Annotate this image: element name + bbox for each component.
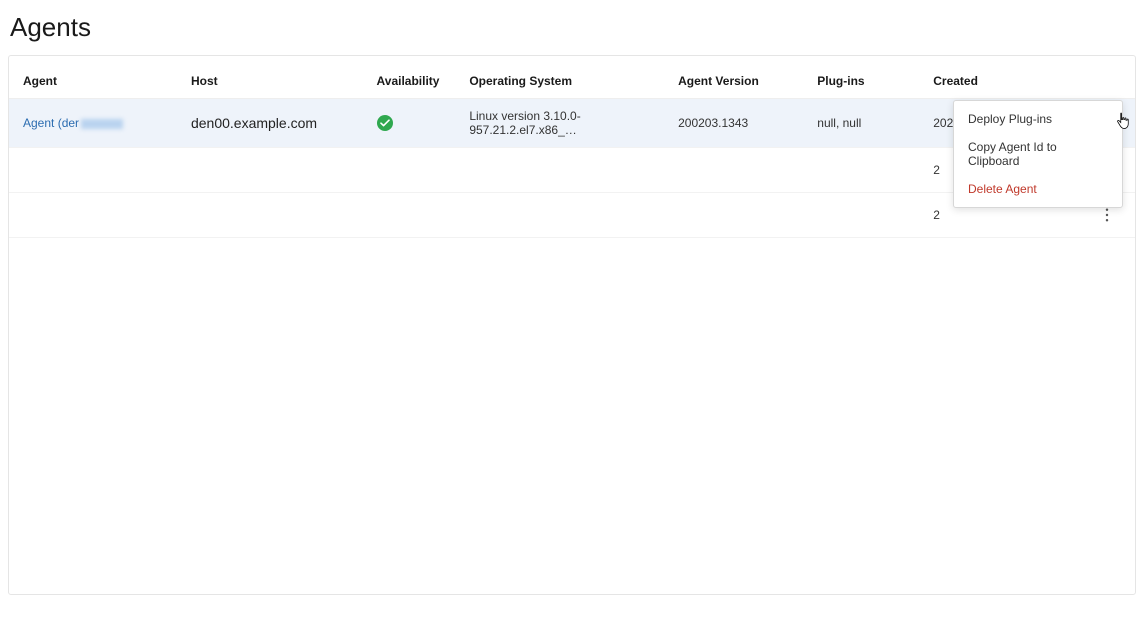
column-header-os[interactable]: Operating System: [461, 56, 670, 99]
menu-item-delete-agent[interactable]: Delete Agent: [954, 175, 1122, 203]
host-cell: den00.example.com: [191, 115, 317, 131]
column-header-availability[interactable]: Availability: [369, 56, 462, 99]
column-header-version[interactable]: Agent Version: [670, 56, 809, 99]
agent-link[interactable]: Agent (der: [23, 116, 123, 130]
version-cell: 200203.1343: [670, 99, 809, 148]
column-header-agent[interactable]: Agent: [9, 56, 183, 99]
agents-panel: Agent Host Availability Operating System…: [8, 55, 1136, 595]
column-header-host[interactable]: Host: [183, 56, 369, 99]
column-header-plugins[interactable]: Plug-ins: [809, 56, 925, 99]
page-title: Agents: [10, 12, 1144, 43]
menu-item-deploy-plugins[interactable]: Deploy Plug-ins: [954, 105, 1122, 133]
os-cell: Linux version 3.10.0-957.21.2.el7.x86_…: [461, 99, 670, 148]
column-header-created[interactable]: Created: [925, 56, 1087, 99]
agent-name-prefix: Agent (der: [23, 116, 79, 130]
row-context-menu: Deploy Plug-ins Copy Agent Id to Clipboa…: [953, 100, 1123, 208]
availability-up-icon: [377, 115, 393, 131]
menu-item-copy-agent-id[interactable]: Copy Agent Id to Clipboard: [954, 133, 1122, 175]
agent-name-redacted: [81, 119, 123, 129]
plugins-cell: null, null: [809, 99, 925, 148]
